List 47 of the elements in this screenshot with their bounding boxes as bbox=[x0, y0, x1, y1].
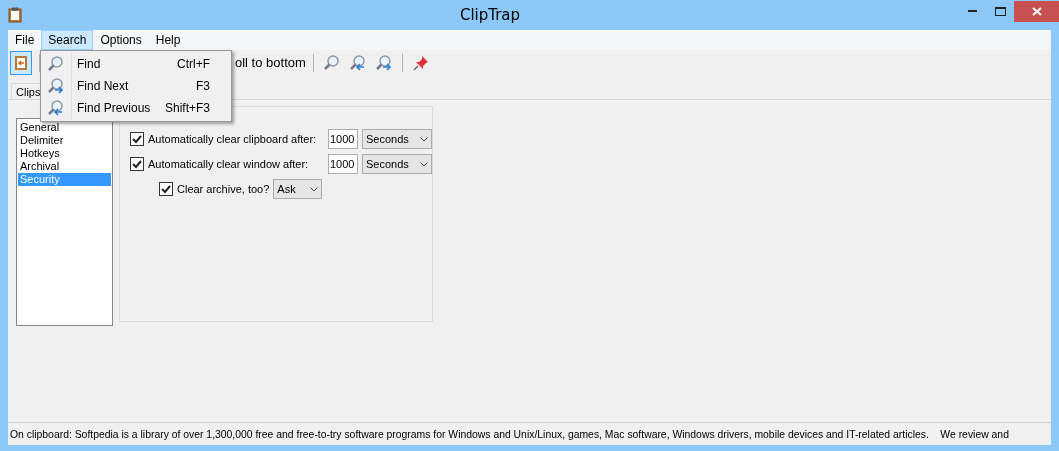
magnifier-right-arrow-icon bbox=[47, 77, 65, 95]
unit-dropdown[interactable]: Seconds bbox=[362, 129, 432, 149]
menu-item[interactable]: File bbox=[8, 30, 42, 50]
clipboard-icon bbox=[8, 7, 22, 23]
chevron-down-icon bbox=[420, 161, 428, 167]
check-icon bbox=[132, 134, 142, 144]
shortcut-label: Shift+F3 bbox=[164, 101, 210, 115]
chevron-down-icon bbox=[420, 136, 428, 142]
check-icon bbox=[132, 159, 142, 169]
check-icon bbox=[161, 184, 171, 194]
list-item[interactable]: Hotkeys bbox=[18, 147, 111, 160]
shortcut-label: Ctrl+F bbox=[177, 57, 210, 71]
magnifier-icon bbox=[47, 55, 65, 73]
magnifier-left-arrow-icon bbox=[47, 99, 65, 117]
shortcut-label: F3 bbox=[196, 79, 210, 93]
checkbox[interactable] bbox=[159, 182, 173, 196]
unit-dropdown[interactable]: Seconds bbox=[362, 154, 432, 174]
minimize-icon bbox=[967, 9, 977, 13]
number-field[interactable]: 1000 bbox=[328, 154, 358, 174]
scroll-to-bottom-button[interactable]: oll to bottom bbox=[235, 55, 306, 70]
close-button[interactable] bbox=[1014, 0, 1059, 22]
chevron-down-icon bbox=[310, 186, 319, 192]
pushpin-icon bbox=[412, 54, 429, 71]
checkbox-label: Clear archive, too? bbox=[177, 183, 270, 195]
menu-option[interactable]: Find Next bbox=[77, 79, 196, 93]
number-field[interactable]: 1000 bbox=[328, 129, 358, 149]
list-item[interactable]: Archival bbox=[18, 160, 111, 173]
list-item[interactable]: Delimiter bbox=[18, 134, 111, 147]
checkbox-label: Automatically clear clipboard after: bbox=[148, 133, 318, 145]
menu-option[interactable]: Find Previous bbox=[77, 101, 165, 115]
menu-option[interactable]: Find bbox=[77, 57, 177, 71]
list-item[interactable]: General bbox=[18, 121, 111, 134]
status-text: On clipboard: Softpedia is a library of over 1,300,000 free and free-to-try software programs for Windows and Unix/Linux, games, Mac software, Windows drivers, mobile devices and IT-related articles. We review and bbox=[8, 422, 1051, 445]
menu-item[interactable]: Options bbox=[93, 30, 149, 50]
checkbox[interactable] bbox=[130, 157, 144, 171]
magnifier-left-arrow-icon bbox=[348, 53, 367, 72]
unit-dropdown[interactable]: Ask bbox=[273, 179, 323, 199]
magnifier-icon bbox=[322, 53, 341, 72]
checkbox-label: Automatically clear window after: bbox=[148, 158, 310, 170]
paste-button[interactable] bbox=[10, 50, 32, 75]
maximize-icon bbox=[994, 6, 1006, 16]
checkbox[interactable] bbox=[130, 132, 144, 146]
menu-item[interactable]: Help bbox=[148, 30, 188, 50]
magnifier-right-arrow-icon bbox=[374, 53, 393, 72]
window-title: ClipTrap bbox=[458, 6, 522, 24]
close-icon bbox=[1031, 6, 1042, 16]
menu-item[interactable]: Search bbox=[41, 30, 94, 50]
